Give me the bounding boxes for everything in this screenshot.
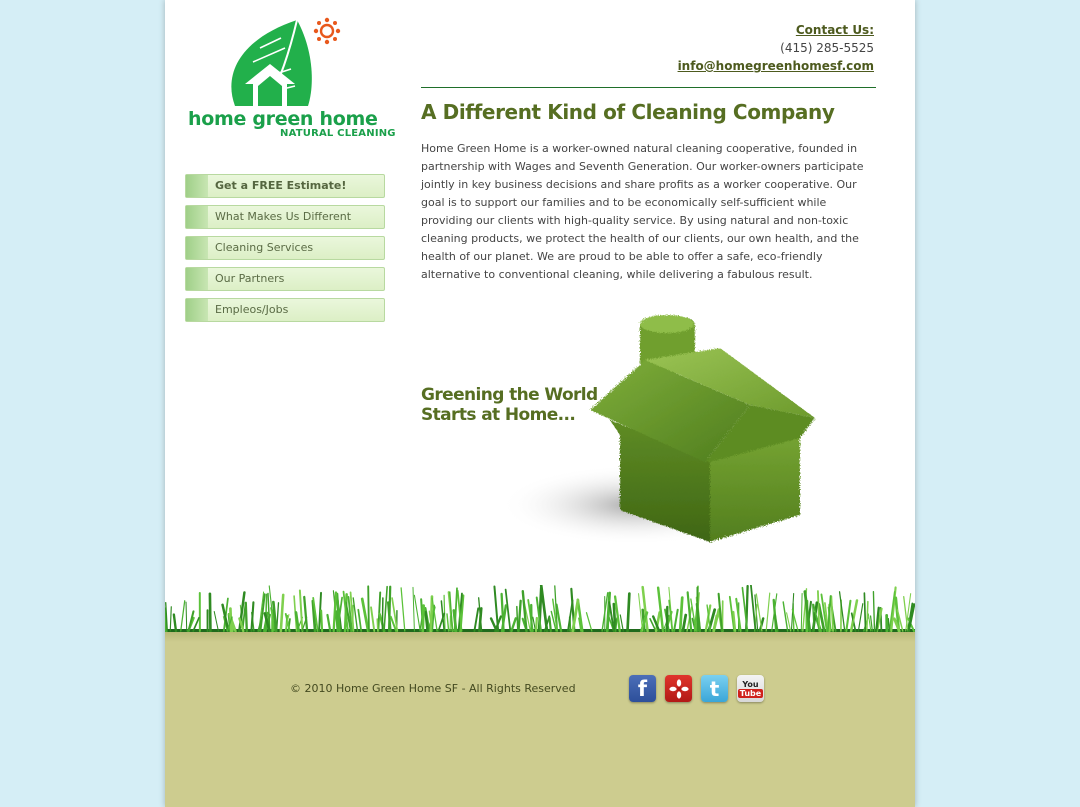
nav-item-label: Our Partners bbox=[215, 272, 285, 285]
grass-blade bbox=[376, 618, 379, 632]
nav-tab-marker bbox=[186, 237, 208, 259]
grass-blade bbox=[326, 613, 332, 633]
grass-blade bbox=[857, 603, 864, 632]
nav-item-what-makes-us-different[interactable]: What Makes Us Different bbox=[185, 205, 385, 229]
nav-tab-marker bbox=[186, 299, 208, 321]
grass-blade bbox=[516, 605, 519, 632]
grass-blade bbox=[548, 616, 552, 633]
grass-blade bbox=[830, 595, 834, 632]
grass-blade bbox=[446, 613, 450, 632]
nav-tab-marker bbox=[186, 206, 208, 228]
grass-blade bbox=[887, 618, 890, 632]
logo-name: home green home bbox=[188, 108, 378, 130]
grass-blade bbox=[429, 595, 434, 633]
grass-blade bbox=[320, 609, 324, 633]
grass-blade bbox=[370, 606, 376, 632]
intro-paragraph: Home Green Home is a worker-owned natura… bbox=[421, 142, 864, 281]
grass-blade bbox=[383, 585, 388, 632]
grass-blade bbox=[208, 592, 212, 633]
grass-blade bbox=[626, 592, 631, 633]
grass-blade bbox=[539, 585, 549, 633]
grass-blade bbox=[412, 586, 415, 632]
yelp-icon[interactable] bbox=[665, 675, 692, 702]
contact-block: Contact Us: (415) 285-5525 info@homegree… bbox=[678, 21, 874, 75]
grass-blade bbox=[765, 592, 771, 632]
grass-blade bbox=[298, 589, 304, 632]
sidebar-nav: Get a FREE Estimate! What Makes Us Diffe… bbox=[185, 174, 385, 329]
grass-blade bbox=[400, 587, 406, 632]
nav-item-label: Empleos/Jobs bbox=[215, 303, 289, 316]
grass-blade bbox=[678, 596, 684, 633]
grass-blade bbox=[381, 597, 384, 632]
logo[interactable]: home green home NATURAL CLEANING bbox=[185, 14, 396, 144]
grass-blade bbox=[303, 595, 309, 633]
nav-tab-marker bbox=[186, 268, 208, 290]
grass-blade bbox=[367, 585, 370, 632]
grass-house-image bbox=[500, 315, 815, 545]
grass-blade bbox=[357, 608, 363, 632]
grass-blade bbox=[279, 593, 285, 633]
youtube-glyph-top: You bbox=[742, 679, 759, 689]
grass-blade bbox=[673, 608, 679, 633]
grass-blade bbox=[169, 606, 172, 632]
grass-blade bbox=[421, 604, 425, 633]
header-divider bbox=[421, 87, 876, 88]
footer: © 2010 Home Green Home SF - All Rights R… bbox=[165, 632, 915, 807]
grass-blade bbox=[866, 600, 869, 632]
grass-blade bbox=[377, 591, 382, 632]
grass-blade bbox=[473, 607, 480, 632]
grass-blade bbox=[681, 613, 688, 633]
contact-email-link[interactable]: info@homegreenhomesf.com bbox=[678, 59, 874, 73]
grass-blade bbox=[534, 616, 538, 633]
grass-blade bbox=[619, 614, 624, 632]
yelp-flower-icon bbox=[668, 678, 689, 699]
nav-item-label: Cleaning Services bbox=[215, 241, 314, 254]
twitter-glyph: t bbox=[709, 676, 720, 701]
grass-blade bbox=[800, 592, 803, 632]
contact-phone: (415) 285-5525 bbox=[780, 41, 874, 55]
youtube-glyph-bottom: Tube bbox=[737, 688, 764, 698]
grass-blade bbox=[185, 601, 188, 632]
grass-blade bbox=[172, 613, 178, 633]
nav-item-our-partners[interactable]: Our Partners bbox=[185, 267, 385, 291]
grass-blade bbox=[360, 597, 370, 633]
grass-blade bbox=[517, 599, 522, 633]
nav-item-free-estimate[interactable]: Get a FREE Estimate! bbox=[185, 174, 385, 198]
copyright-text: © 2010 Home Green Home SF - All Rights R… bbox=[290, 682, 576, 695]
twitter-icon[interactable]: t bbox=[701, 675, 728, 702]
grass-blade bbox=[872, 591, 876, 632]
page-title: A Different Kind of Cleaning Company bbox=[421, 100, 835, 124]
page-container: home green home NATURAL CLEANING Contact… bbox=[165, 0, 915, 807]
contact-us-link[interactable]: Contact Us: bbox=[796, 23, 874, 37]
grass-blade bbox=[413, 594, 421, 632]
grass-blade bbox=[845, 599, 852, 633]
grass-blade bbox=[335, 610, 339, 633]
grass-blade bbox=[180, 600, 186, 632]
grass-blade bbox=[213, 610, 219, 632]
grass-blade bbox=[750, 585, 757, 632]
grass-blade bbox=[656, 586, 665, 633]
nav-item-jobs[interactable]: Empleos/Jobs bbox=[185, 298, 385, 322]
nav-item-label: What Makes Us Different bbox=[215, 210, 352, 223]
nav-item-cleaning-services[interactable]: Cleaning Services bbox=[185, 236, 385, 260]
nav-item-label: Get a FREE Estimate! bbox=[215, 179, 347, 192]
nav-tab-marker bbox=[186, 175, 208, 197]
logo-subtitle: NATURAL CLEANING bbox=[280, 128, 396, 139]
grass-blade bbox=[863, 592, 867, 632]
facebook-glyph: f bbox=[637, 676, 648, 701]
youtube-icon[interactable]: You Tube bbox=[737, 675, 764, 702]
grass-blade bbox=[585, 612, 593, 632]
facebook-icon[interactable]: f bbox=[629, 675, 656, 702]
grass-border bbox=[165, 585, 915, 633]
grass-blade bbox=[903, 595, 909, 632]
